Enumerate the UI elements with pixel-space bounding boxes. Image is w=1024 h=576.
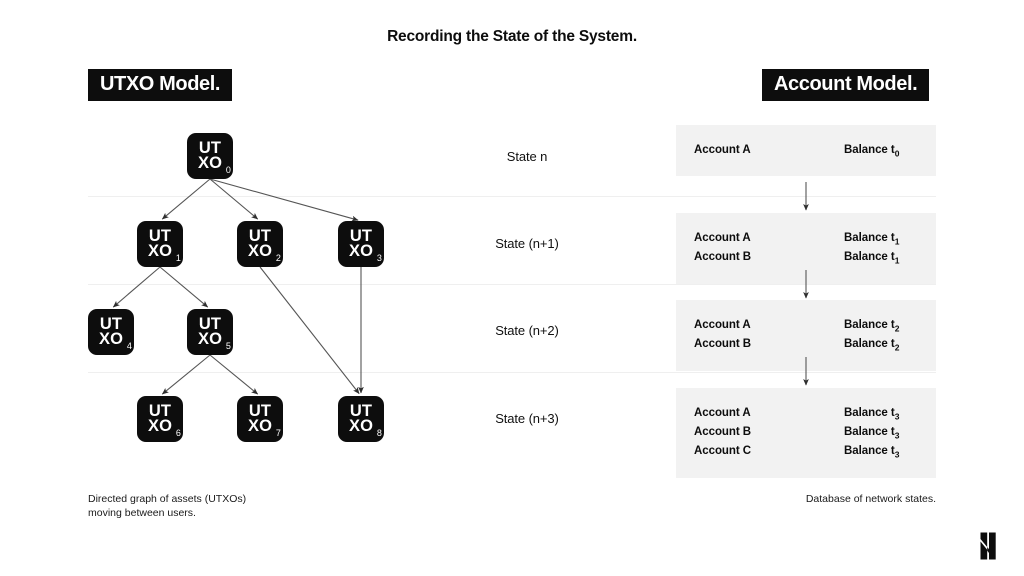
utxo-node-1[interactable]: UT XO 1 [137,221,183,267]
utxo-label-bottom: XO [247,242,273,260]
utxo-label-bottom: XO [247,417,273,435]
nakamoto-n-logo [980,532,996,560]
account-state-arrows [803,182,809,386]
utxo-node-3[interactable]: UT XO 3 [338,221,384,267]
utxo-index-subscript: 8 [376,428,383,439]
utxo-node-text: UT XO 2 [247,228,281,263]
utxo-index-subscript: 1 [175,253,182,264]
edge-utxo-0-to-utxo-2 [209,178,259,220]
edge-utxo-0-to-utxo-3 [209,178,359,222]
utxo-label-bottom: XO [197,330,223,348]
utxo-index-subscript: 2 [275,253,282,264]
utxo-index-subscript: 4 [126,341,133,352]
utxo-node-text: UT XO 5 [197,316,231,351]
state-label-0: State n [506,149,548,164]
utxo-index-subscript: 3 [376,253,383,264]
utxo-label-bottom: XO [348,242,374,260]
state-label-3: State (n+3) [495,411,559,426]
utxo-index-subscript: 0 [225,165,232,176]
utxo-node-4[interactable]: UT XO 4 [88,309,134,355]
utxo-node-5[interactable]: UT XO 5 [187,309,233,355]
diagram-canvas: Recording the State of the System. UTXO … [0,0,1024,576]
utxo-label-bottom: XO [147,242,173,260]
utxo-node-text: UT XO 3 [348,228,382,263]
utxo-label-bottom: XO [147,417,173,435]
utxo-node-text: UT XO 8 [348,403,382,438]
edge-utxo-0-to-utxo-1 [161,178,211,220]
edge-utxo-2-to-utxo-8 [259,266,360,394]
account-model-badge: Account Model. [762,69,930,101]
utxo-node-2[interactable]: UT XO 2 [237,221,283,267]
utxo-caption-line-2: moving between users. [88,507,196,520]
utxo-node-8[interactable]: UT XO 8 [338,396,384,442]
utxo-label-bottom: XO [348,417,374,435]
utxo-node-6[interactable]: UT XO 6 [137,396,183,442]
account-caption: Database of network states. [805,493,936,505]
state-label-2: State (n+2) [495,323,559,338]
utxo-index-subscript: 7 [275,428,282,439]
utxo-index-subscript: 5 [225,341,232,352]
utxo-graph: UT XO 0 UT XO 1 UT XO 2 UT XO 3 UT XO 4 UT XO 5 UT XO 6 UT XO 7… [0,0,460,500]
utxo-node-text: UT XO 1 [147,228,181,263]
utxo-node-text: UT XO 7 [247,403,281,438]
state-label-1: State (n+1) [495,236,559,251]
edge-utxo-1-to-utxo-4 [112,266,161,308]
utxo-label-bottom: XO [98,330,124,348]
utxo-node-0[interactable]: UT XO 0 [187,133,233,179]
utxo-index-subscript: 6 [175,428,182,439]
utxo-node-text: UT XO 0 [197,140,231,175]
utxo-node-text: UT XO 4 [98,316,132,351]
utxo-node-7[interactable]: UT XO 7 [237,396,283,442]
edge-utxo-5-to-utxo-7 [209,354,259,395]
edge-utxo-1-to-utxo-5 [159,266,209,308]
utxo-label-bottom: XO [197,154,223,172]
edge-utxo-5-to-utxo-6 [161,354,211,395]
utxo-edges [112,178,364,395]
utxo-node-text: UT XO 6 [147,403,181,438]
